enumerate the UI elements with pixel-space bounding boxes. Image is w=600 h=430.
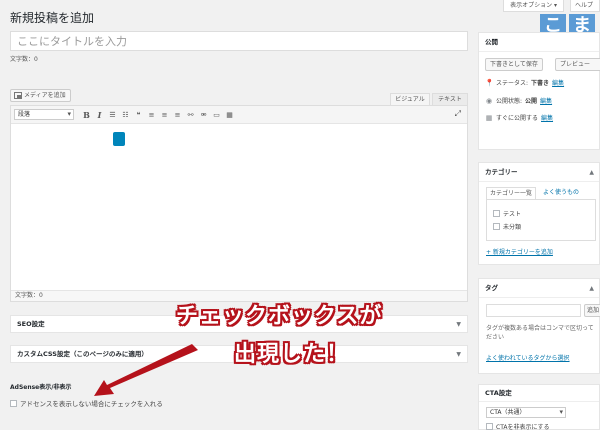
media-icon xyxy=(14,92,22,99)
add-media-label: メディアを追加 xyxy=(24,92,66,99)
visibility-edit-link[interactable]: 編集 xyxy=(540,96,552,105)
align-center-icon[interactable]: ≡ xyxy=(158,109,171,121)
cta-box: CTA設定 CTA（共通） CTAを非表示にする xyxy=(478,384,600,430)
callout-text-line2: 出現した！ xyxy=(234,342,350,367)
help-button[interactable]: ヘルプ xyxy=(570,0,600,12)
visibility-label: 公開状態: xyxy=(496,98,523,105)
title-char-count: 文字数：0 xyxy=(10,56,38,63)
visibility-row: ◉ 公開状態: 公開 編集 xyxy=(485,96,552,106)
page-title: 新規投稿を追加 xyxy=(10,11,95,25)
publish-box-title: 公開 xyxy=(479,33,599,52)
tag-hint: タグが複数ある場合はコンマで区切って xyxy=(486,325,594,332)
unlink-icon[interactable]: ⚮ xyxy=(197,109,210,121)
popular-tags-link[interactable]: よく使われているタグから選択 xyxy=(486,353,570,362)
toggle-arrow-icon[interactable]: ▼ xyxy=(456,351,461,358)
publish-box: 公開 下書きとして保存 プレビュー 📍 ステータス: 下書き 編集 ◉ 公開状態… xyxy=(478,32,600,150)
category-label: 未分類 xyxy=(503,224,522,231)
cta-select[interactable]: CTA（共通） xyxy=(486,407,566,418)
adsense-title: AdSense表示/非表示 xyxy=(10,384,72,391)
add-media-button[interactable]: メディアを追加 xyxy=(10,89,71,102)
blockquote-icon[interactable]: ❝ xyxy=(132,109,145,121)
category-label: テスト xyxy=(503,211,522,218)
category-checkbox[interactable] xyxy=(493,210,500,217)
cta-hide-checkbox[interactable] xyxy=(486,423,493,430)
tab-visual[interactable]: ビジュアル xyxy=(390,93,430,105)
fullscreen-icon[interactable]: ⤢ xyxy=(455,109,461,119)
more-tag-icon[interactable]: ▭ xyxy=(210,109,223,121)
toggle-arrow-icon[interactable]: ▲ xyxy=(589,285,594,292)
visibility-value: 公開 xyxy=(525,98,538,105)
schedule-edit-link[interactable]: 編集 xyxy=(541,113,553,122)
toggle-arrow-icon[interactable]: ▼ xyxy=(456,321,461,328)
calendar-icon: ▦ xyxy=(485,113,493,122)
callout-text-line1: チェックボックスが xyxy=(176,304,383,329)
cta-hide-row[interactable]: CTAを非表示にする xyxy=(486,422,550,430)
category-checkbox[interactable] xyxy=(493,223,500,230)
save-draft-button[interactable]: 下書きとして保存 xyxy=(485,58,543,71)
title-input[interactable]: ここにタイトルを入力 xyxy=(10,31,468,51)
status-edit-link[interactable]: 編集 xyxy=(552,78,564,87)
cta-hide-label: CTAを非表示にする xyxy=(496,424,550,430)
adsense-checkbox[interactable] xyxy=(10,399,17,407)
schedule-label: すぐに公開する xyxy=(496,115,539,122)
categories-box-title: カテゴリー xyxy=(479,163,599,182)
eye-icon: ◉ xyxy=(485,96,493,105)
tag-input[interactable] xyxy=(486,304,581,317)
preview-button[interactable]: プレビュー xyxy=(555,58,600,71)
cta-box-title: CTA設定 xyxy=(479,385,599,402)
bullet-list-icon[interactable]: ☰ xyxy=(106,109,119,121)
italic-icon[interactable]: I xyxy=(93,109,106,121)
add-new-category-link[interactable]: + 新規カテゴリーを追加 xyxy=(486,247,553,256)
add-tag-button[interactable]: 追加 xyxy=(584,304,600,317)
status-value: 下書き xyxy=(531,80,550,87)
callout-arrow xyxy=(94,344,198,396)
tab-all-categories[interactable]: カテゴリー一覧 xyxy=(486,187,537,199)
tab-popular-categories[interactable]: よく使うもの xyxy=(543,187,579,199)
list-item[interactable]: 未分類 xyxy=(493,222,521,231)
tag-hint: ださい xyxy=(486,334,505,341)
tags-box: タグ ▲ 追加 タグが複数ある場合はコンマで区切って ださい よく使われているタ… xyxy=(478,278,600,374)
bold-icon[interactable]: B xyxy=(80,109,93,121)
toggle-arrow-icon[interactable]: ▲ xyxy=(589,169,594,176)
categories-box: カテゴリー ▲ カテゴリー一覧 よく使うもの テスト 未分類 + 新規カテゴリー… xyxy=(478,162,600,265)
align-left-icon[interactable]: ≡ xyxy=(145,109,158,121)
format-select[interactable]: 段落 xyxy=(14,109,74,120)
status-row: 📍 ステータス: 下書き 編集 xyxy=(485,78,564,88)
align-right-icon[interactable]: ≡ xyxy=(171,109,184,121)
tab-text[interactable]: テキスト xyxy=(432,93,468,105)
screen-options-button[interactable]: 表示オプション ▾ xyxy=(503,0,564,12)
schedule-row: ▦ すぐに公開する 編集 xyxy=(485,113,553,123)
category-list: テスト 未分類 xyxy=(486,199,596,241)
content-editor[interactable]: 段落 B I ☰ ☷ ❝ ≡ ≡ ≡ ⚯ ⚮ ▭ ▦ ⤢ 文字数：0 xyxy=(10,105,468,302)
toolbar-toggle-icon[interactable]: ▦ xyxy=(223,109,236,121)
publish-button[interactable] xyxy=(113,132,125,146)
status-label: ステータス: xyxy=(496,80,529,87)
editor-toolbar: 段落 B I ☰ ☷ ❝ ≡ ≡ ≡ ⚯ ⚮ ▭ ▦ ⤢ xyxy=(11,106,467,124)
list-item[interactable]: テスト xyxy=(493,209,521,218)
link-icon[interactable]: ⚯ xyxy=(184,109,197,121)
numbered-list-icon[interactable]: ☷ xyxy=(119,109,132,121)
tags-box-title: タグ xyxy=(479,279,599,298)
pin-icon: 📍 xyxy=(485,78,494,87)
